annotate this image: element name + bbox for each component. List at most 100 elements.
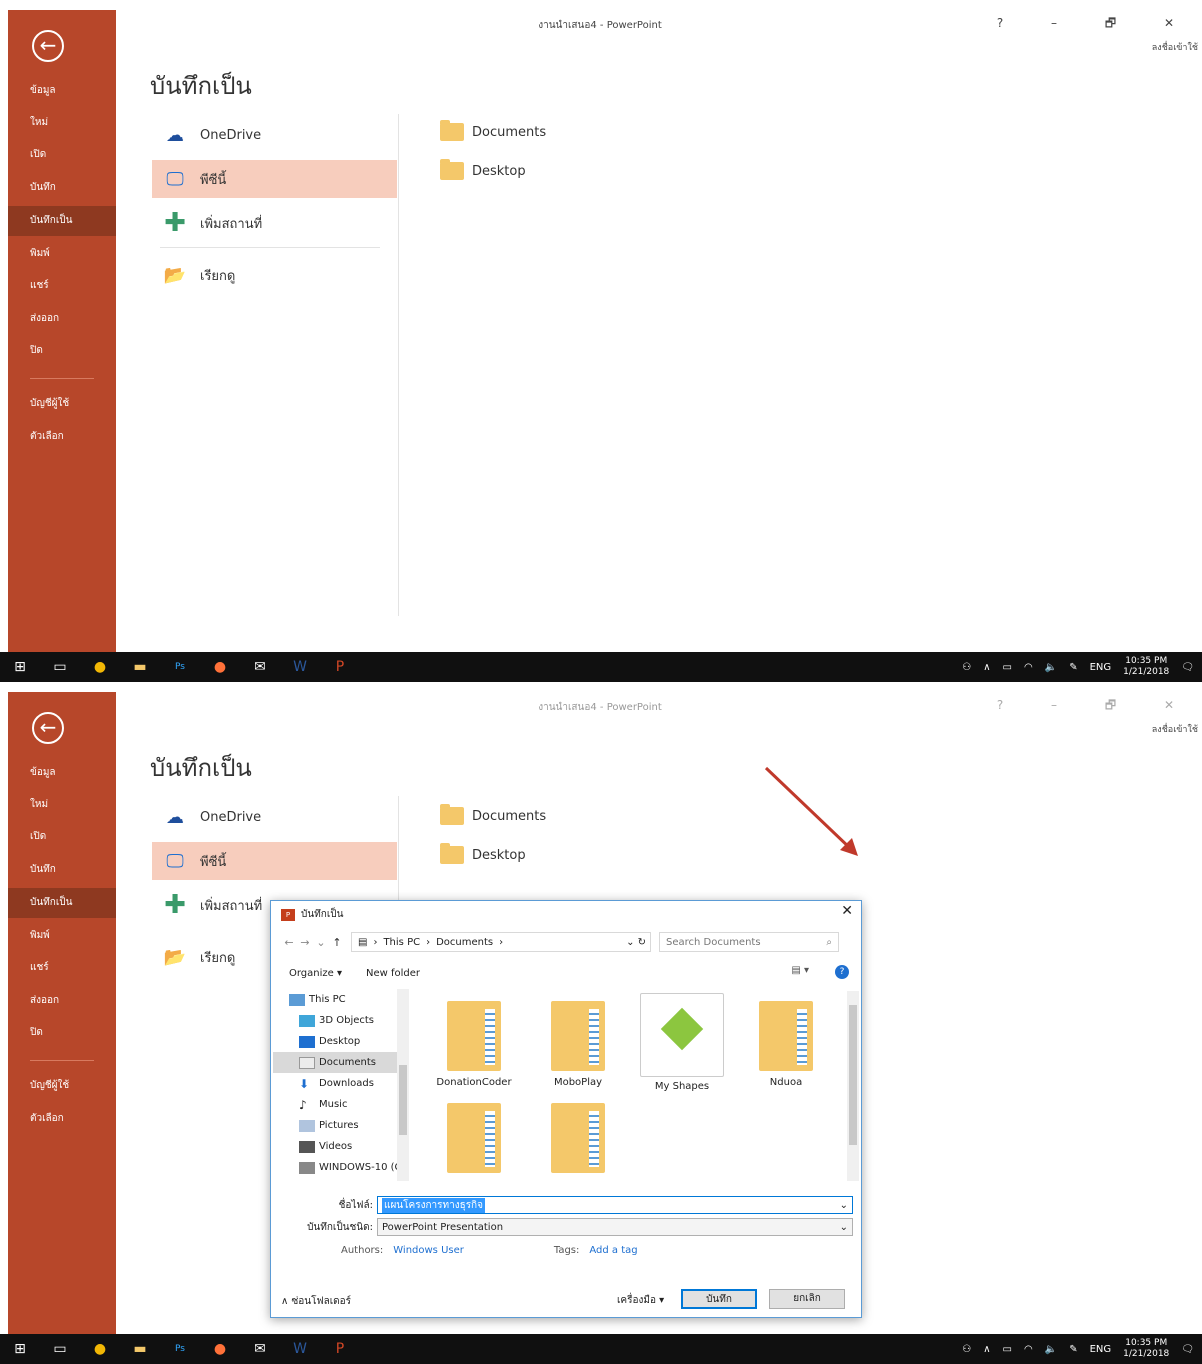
sidebar-item-export[interactable]: ส่งออก bbox=[8, 986, 116, 1016]
location-onedrive[interactable]: ☁ OneDrive bbox=[152, 116, 397, 154]
sidebar-item-new[interactable]: ใหม่ bbox=[8, 108, 116, 138]
volume-icon[interactable]: 🔈 bbox=[1045, 662, 1057, 673]
folder-documents[interactable]: Documents bbox=[440, 120, 546, 144]
nav-item-pictures[interactable]: Pictures bbox=[273, 1115, 409, 1136]
nav-item-videos[interactable]: Videos bbox=[273, 1136, 409, 1157]
nav-item-drive-c[interactable]: WINDOWS-10 (C bbox=[273, 1157, 409, 1178]
folder-desktop[interactable]: Desktop bbox=[440, 843, 526, 867]
cancel-button[interactable]: ยกเลิก bbox=[769, 1289, 845, 1309]
sidebar-item-share[interactable]: แชร์ bbox=[8, 271, 116, 301]
view-options-icon[interactable]: ▤ ▾ bbox=[791, 965, 809, 976]
hide-folders-button[interactable]: ∧ ซ่อนโฟลเดอร์ bbox=[281, 1294, 351, 1309]
nav-item-desktop[interactable]: Desktop bbox=[273, 1031, 409, 1052]
powerpoint-icon[interactable]: P bbox=[320, 659, 360, 675]
sidebar-item-options[interactable]: ตัวเลือก bbox=[8, 422, 116, 452]
location-this-pc[interactable]: 🖵 พีซีนี้ bbox=[152, 160, 397, 198]
filetype-select[interactable]: PowerPoint Presentation ⌄ bbox=[377, 1218, 853, 1236]
sidebar-item-save[interactable]: บันทึก bbox=[8, 855, 116, 885]
nav-item-this-pc[interactable]: This PC bbox=[273, 989, 409, 1010]
signin-link[interactable]: ลงชื่อเข้าใช้ bbox=[1152, 40, 1198, 54]
battery-icon[interactable]: ▭ bbox=[1003, 1344, 1012, 1355]
sidebar-item-account[interactable]: บัญชีผู้ใช้ bbox=[8, 1071, 116, 1101]
back-arrow-icon[interactable]: ← bbox=[32, 30, 64, 62]
sidebar-item-open[interactable]: เปิด bbox=[8, 822, 116, 852]
powerpoint-icon[interactable]: P bbox=[320, 1341, 360, 1357]
chevron-up-icon[interactable]: ∧ bbox=[983, 662, 990, 673]
sidebar-item-share[interactable]: แชร์ bbox=[8, 953, 116, 983]
organize-button[interactable]: Organize ▾ bbox=[289, 968, 342, 979]
sidebar-item-open[interactable]: เปิด bbox=[8, 140, 116, 170]
chevron-up-icon[interactable]: ∧ bbox=[983, 1344, 990, 1355]
sidebar-item-print[interactable]: พิมพ์ bbox=[8, 239, 116, 269]
sidebar-item-info[interactable]: ข้อมูล bbox=[8, 758, 116, 788]
file-item[interactable] bbox=[431, 1103, 517, 1179]
folder-desktop[interactable]: Desktop bbox=[440, 159, 526, 183]
nav-item-3d-objects[interactable]: 3D Objects bbox=[273, 1010, 409, 1031]
sidebar-item-account[interactable]: บัญชีผู้ใช้ bbox=[8, 389, 116, 419]
firefox-icon[interactable]: ● bbox=[200, 1341, 240, 1357]
scrollbar-thumb[interactable] bbox=[849, 1005, 857, 1145]
tools-button[interactable]: เครื่องมือ ▾ bbox=[617, 1293, 664, 1308]
sidebar-item-save[interactable]: บันทึก bbox=[8, 173, 116, 203]
chrome-icon[interactable]: ● bbox=[80, 1341, 120, 1357]
search-input[interactable]: Search Documents ⌕ bbox=[659, 932, 839, 952]
file-list-scrollbar[interactable] bbox=[847, 991, 859, 1181]
notification-icon[interactable]: 🗨 bbox=[1181, 662, 1194, 673]
wifi-icon[interactable]: ◠ bbox=[1024, 1344, 1033, 1355]
sidebar-item-save-as[interactable]: บันทึกเป็น bbox=[8, 888, 116, 918]
people-icon[interactable]: ⚇ bbox=[962, 1344, 971, 1355]
close-icon[interactable]: ✕ bbox=[841, 903, 853, 919]
sidebar-item-options[interactable]: ตัวเลือก bbox=[8, 1104, 116, 1134]
location-this-pc[interactable]: 🖵 พีซีนี้ bbox=[152, 842, 397, 880]
mail-icon[interactable]: ✉ bbox=[240, 1341, 280, 1357]
filename-field[interactable]: แผนโครงการทางธุรกิจ ⌄ bbox=[377, 1196, 853, 1214]
sidebar-item-save-as[interactable]: บันทึกเป็น bbox=[8, 206, 116, 236]
wifi-icon[interactable]: ◠ bbox=[1024, 662, 1033, 673]
file-item[interactable] bbox=[535, 1103, 621, 1179]
word-icon[interactable]: W bbox=[280, 1341, 320, 1357]
breadcrumb-documents[interactable]: Documents bbox=[436, 937, 493, 948]
chevron-down-icon[interactable]: ⌄ bbox=[313, 936, 329, 949]
sidebar-item-close[interactable]: ปิด bbox=[8, 1018, 116, 1048]
nav-scrollbar[interactable] bbox=[397, 989, 409, 1181]
tags-value[interactable]: Add a tag bbox=[589, 1245, 637, 1256]
chevron-down-icon[interactable]: ⌄ bbox=[840, 1222, 848, 1233]
folder-documents[interactable]: Documents bbox=[440, 804, 546, 828]
nav-item-downloads[interactable]: ⬇ Downloads bbox=[273, 1073, 409, 1094]
file-item[interactable]: DonationCoder bbox=[431, 1001, 517, 1088]
refresh-icon[interactable]: ⌄ ↻ bbox=[626, 937, 646, 948]
file-item[interactable]: My Shapes bbox=[639, 993, 725, 1092]
chrome-icon[interactable]: ● bbox=[80, 659, 120, 675]
signin-link[interactable]: ลงชื่อเข้าใช้ bbox=[1152, 722, 1198, 736]
battery-icon[interactable]: ▭ bbox=[1003, 662, 1012, 673]
language-indicator[interactable]: ENG bbox=[1090, 1344, 1112, 1355]
location-onedrive[interactable]: ☁ OneDrive bbox=[152, 798, 397, 836]
scrollbar-thumb[interactable] bbox=[399, 1065, 407, 1135]
firefox-icon[interactable]: ● bbox=[200, 659, 240, 675]
new-folder-button[interactable]: New folder bbox=[366, 968, 420, 979]
sidebar-item-info[interactable]: ข้อมูล bbox=[8, 76, 116, 106]
sidebar-item-print[interactable]: พิมพ์ bbox=[8, 921, 116, 951]
forward-icon[interactable]: → bbox=[297, 936, 313, 949]
pen-icon[interactable]: ✎ bbox=[1069, 1344, 1077, 1355]
language-indicator[interactable]: ENG bbox=[1090, 662, 1112, 673]
sidebar-item-new[interactable]: ใหม่ bbox=[8, 790, 116, 820]
nav-item-music[interactable]: ♪ Music bbox=[273, 1094, 409, 1115]
clock[interactable]: 10:35 PM 1/21/2018 bbox=[1123, 1338, 1169, 1360]
file-item[interactable]: Nduoa bbox=[743, 1001, 829, 1088]
back-arrow-icon[interactable]: ← bbox=[32, 712, 64, 744]
file-explorer-icon[interactable]: ▬ bbox=[120, 659, 160, 675]
address-bar[interactable]: ▤ › This PC › Documents › ⌄ ↻ bbox=[351, 932, 651, 952]
file-item[interactable]: MoboPlay bbox=[535, 1001, 621, 1088]
photoshop-icon[interactable]: Ps bbox=[160, 662, 200, 672]
up-arrow-icon[interactable]: ↑ bbox=[329, 936, 345, 949]
sidebar-item-export[interactable]: ส่งออก bbox=[8, 304, 116, 334]
location-browse[interactable]: 📂 เรียกดู bbox=[152, 256, 397, 294]
chevron-down-icon[interactable]: ⌄ bbox=[840, 1200, 848, 1211]
mail-icon[interactable]: ✉ bbox=[240, 659, 280, 675]
window-controls[interactable]: ? – 🗗 ✕ bbox=[997, 696, 1196, 717]
people-icon[interactable]: ⚇ bbox=[962, 662, 971, 673]
pen-icon[interactable]: ✎ bbox=[1069, 662, 1077, 673]
task-view-icon[interactable]: ▭ bbox=[40, 1341, 80, 1357]
task-view-icon[interactable]: ▭ bbox=[40, 659, 80, 675]
